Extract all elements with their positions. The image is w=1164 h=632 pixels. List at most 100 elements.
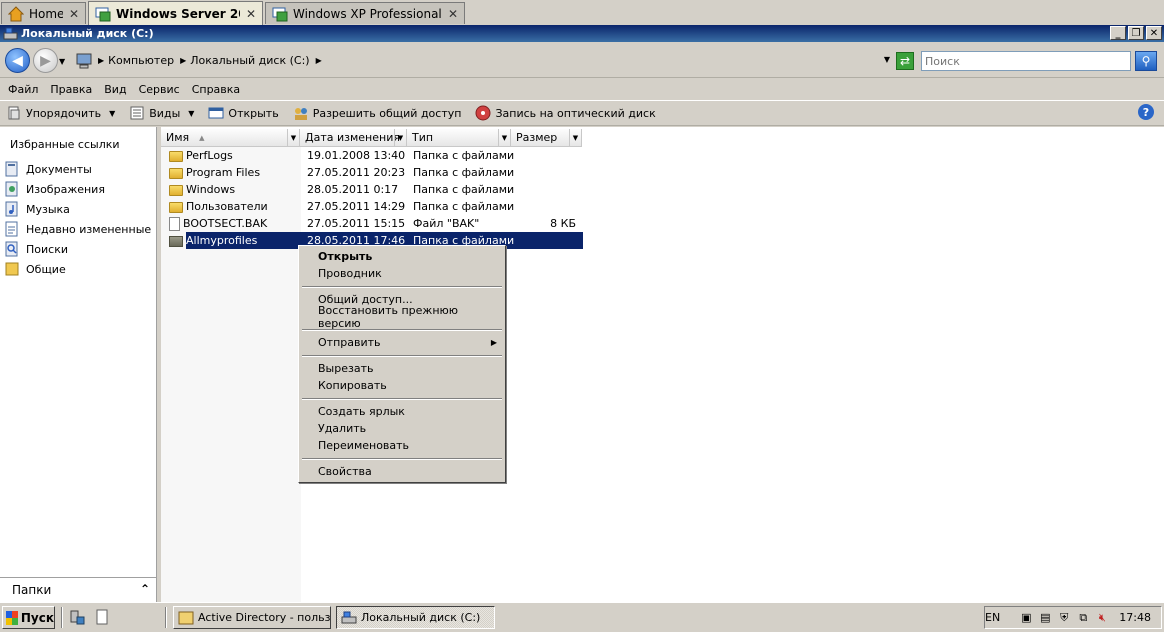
chevron-down-icon[interactable]: ▼ bbox=[498, 129, 510, 146]
address-row: ◀ ▶ ▼ ▶ Компьютер ▶ Локальный диск (C:) ▶ … bbox=[0, 42, 1164, 78]
volume-muted-icon[interactable]: 🔇︎ bbox=[1094, 610, 1110, 626]
arrow-right-icon: ▶ bbox=[40, 52, 51, 69]
menu-tools[interactable]: Сервис bbox=[133, 83, 186, 96]
nav-link-public[interactable]: Общие bbox=[0, 259, 156, 279]
menu-separator bbox=[301, 351, 503, 360]
search-button[interactable]: ⚲ bbox=[1135, 51, 1157, 71]
close-icon[interactable]: ✕ bbox=[448, 7, 458, 21]
nav-link-documents[interactable]: Документы bbox=[0, 159, 156, 179]
ctx-copy[interactable]: Копировать bbox=[301, 377, 503, 394]
connection-icon[interactable]: ⧉ bbox=[1075, 610, 1091, 626]
chevron-down-icon[interactable]: ▼ bbox=[287, 129, 299, 146]
file-row-bootsect[interactable]: BOOTSECT.BAK 27.05.2011 15:15 Файл "BAK"… bbox=[169, 215, 583, 232]
file-row-windows[interactable]: Windows 28.05.2011 0:17 Папка с файлами bbox=[169, 181, 583, 198]
chevron-right-icon: ▶ bbox=[180, 56, 187, 65]
vm-tab-windows-xp[interactable]: Windows XP Professional 2 ✕ bbox=[265, 2, 465, 24]
clock[interactable]: 17:48 bbox=[1119, 611, 1151, 624]
help-button[interactable]: ? bbox=[1138, 104, 1154, 120]
column-header-size[interactable]: Размер ▼ bbox=[511, 129, 582, 147]
folder-icon bbox=[169, 168, 183, 179]
server-manager-icon[interactable] bbox=[69, 609, 85, 625]
open-icon bbox=[208, 105, 224, 121]
ctx-open[interactable]: Открыть bbox=[301, 248, 503, 265]
taskbar-item-local-disk[interactable]: Локальный диск (C:) bbox=[336, 606, 495, 629]
menu-separator bbox=[301, 454, 503, 463]
menu-file[interactable]: Файл bbox=[2, 83, 44, 96]
vm-icon bbox=[272, 6, 288, 22]
minimize-button[interactable]: _ bbox=[1110, 26, 1126, 40]
menu-view[interactable]: Вид bbox=[98, 83, 132, 96]
forward-button[interactable]: ▶ bbox=[33, 48, 58, 73]
ctx-properties[interactable]: Свойства bbox=[301, 463, 503, 480]
context-menu: Открыть Проводник Общий доступ... Восста… bbox=[298, 245, 506, 483]
ctx-cut[interactable]: Вырезать bbox=[301, 360, 503, 377]
folder-icon bbox=[169, 185, 183, 196]
taskbar-item-active-directory[interactable]: Active Directory - польз... bbox=[173, 606, 331, 629]
arrow-left-icon: ◀ bbox=[12, 52, 23, 69]
refresh-button[interactable]: ⇄ bbox=[896, 52, 914, 70]
show-desktop-icon[interactable] bbox=[94, 609, 110, 625]
column-header-type[interactable]: Тип ▼ bbox=[407, 129, 511, 147]
chevron-down-icon: ▼ bbox=[109, 108, 116, 118]
ctx-delete[interactable]: Удалить bbox=[301, 420, 503, 437]
back-button[interactable]: ◀ bbox=[5, 48, 30, 73]
maximize-button[interactable]: ❐ bbox=[1128, 26, 1144, 40]
chevron-down-icon[interactable]: ▼ bbox=[569, 129, 581, 146]
favorite-links-header: Избранные ссылки bbox=[10, 138, 120, 151]
menu-edit[interactable]: Правка bbox=[44, 83, 98, 96]
nav-link-pictures[interactable]: Изображения bbox=[0, 179, 156, 199]
system-tray: ▣ ▤ ⛨ ⧉ 🔇︎ 17:48 bbox=[984, 606, 1162, 629]
nav-link-music[interactable]: Музыка bbox=[0, 199, 156, 219]
search-input[interactable] bbox=[921, 51, 1131, 71]
nav-link-recent[interactable]: Недавно измененные bbox=[0, 219, 156, 239]
display-icon[interactable]: ▤ bbox=[1037, 610, 1053, 626]
ctx-explorer[interactable]: Проводник bbox=[301, 265, 503, 282]
taskbar: Пуск Active Directory - польз... Локальн… bbox=[0, 602, 1164, 632]
vm-tab-strip: Home ✕ Windows Server 2008 ✕ Windows XP … bbox=[0, 0, 1164, 25]
search-icon: ⚲ bbox=[1141, 54, 1151, 68]
music-icon bbox=[5, 201, 19, 217]
chevron-right-icon[interactable]: ▶ bbox=[316, 56, 322, 65]
ctx-create-shortcut[interactable]: Создать ярлык bbox=[301, 403, 503, 420]
breadcrumb-computer[interactable]: ▶ Компьютер bbox=[98, 54, 174, 67]
file-row-perflogs[interactable]: PerfLogs 19.01.2008 13:40 Папка с файлам… bbox=[169, 147, 583, 164]
menu-help[interactable]: Справка bbox=[186, 83, 246, 96]
views-button[interactable]: Виды ▼ bbox=[129, 105, 194, 121]
share-button[interactable]: Разрешить общий доступ bbox=[293, 105, 461, 121]
address-dropdown[interactable]: ▼ bbox=[884, 55, 890, 64]
menu-separator bbox=[301, 282, 503, 291]
close-button[interactable]: ✕ bbox=[1146, 26, 1162, 40]
menu-separator bbox=[301, 394, 503, 403]
organize-button[interactable]: Упорядочить ▼ bbox=[6, 105, 115, 121]
ctx-send-to[interactable]: Отправить ▶ bbox=[301, 334, 503, 351]
file-row-program-files[interactable]: Program Files 27.05.2011 20:23 Папка с ф… bbox=[169, 164, 583, 181]
vm-tab-windows-server[interactable]: Windows Server 2008 ✕ bbox=[88, 1, 263, 25]
open-button[interactable]: Открыть bbox=[208, 105, 279, 121]
disc-icon bbox=[475, 105, 491, 121]
vm-tab-home[interactable]: Home ✕ bbox=[1, 2, 86, 24]
column-header-name[interactable]: Имя ▲ ▼ bbox=[161, 129, 300, 147]
address-bar[interactable]: ▶ Компьютер ▶ Локальный диск (C:) ▶ ▼ bbox=[76, 50, 890, 71]
close-icon[interactable]: ✕ bbox=[69, 7, 79, 21]
drive-icon bbox=[341, 611, 357, 625]
close-icon[interactable]: ✕ bbox=[246, 7, 256, 21]
burn-disc-button[interactable]: Запись на оптический диск bbox=[475, 105, 656, 121]
pictures-icon bbox=[5, 181, 19, 197]
ctx-restore-previous[interactable]: Восстановить прежнюю версию bbox=[301, 304, 503, 330]
security-icon[interactable]: ⛨ bbox=[1056, 610, 1072, 626]
history-dropdown[interactable]: ▼ bbox=[59, 57, 65, 66]
chevron-down-icon[interactable]: ▼ bbox=[394, 129, 406, 146]
navigation-pane: Избранные ссылки Документы Изображения М… bbox=[0, 127, 157, 602]
start-button[interactable]: Пуск bbox=[2, 606, 55, 629]
file-row-users[interactable]: Пользователи 27.05.2011 14:29 Папка с фа… bbox=[169, 198, 583, 215]
folders-toggle[interactable]: Папки ⌃ bbox=[0, 577, 156, 602]
folder-icon bbox=[169, 202, 183, 213]
computer-icon bbox=[76, 53, 94, 69]
ctx-rename[interactable]: Переименовать bbox=[301, 437, 503, 454]
breadcrumb-local-disk[interactable]: ▶ Локальный диск (C:) bbox=[180, 54, 310, 67]
nav-link-searches[interactable]: Поиски bbox=[0, 239, 156, 259]
network-icon[interactable]: ▣ bbox=[1018, 610, 1034, 626]
windows-logo-icon bbox=[6, 610, 18, 625]
search-folder-icon bbox=[5, 241, 19, 257]
column-header-date[interactable]: Дата изменения ▼ bbox=[300, 129, 407, 147]
